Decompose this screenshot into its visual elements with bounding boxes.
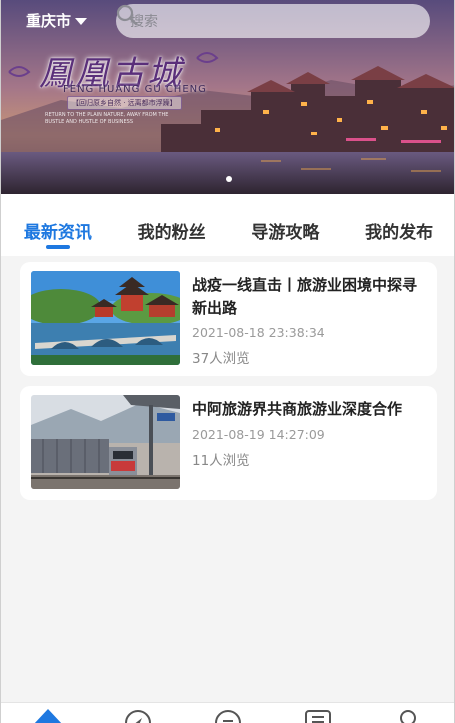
- compass-icon[interactable]: [124, 709, 152, 723]
- carousel-indicator: [1, 176, 454, 182]
- chevron-down-icon: [75, 18, 88, 25]
- article-title: 中阿旅游界共商旅游业深度合作: [192, 400, 403, 418]
- tab-label: 最新资讯: [23, 223, 92, 243]
- city-label: 重庆市: [26, 12, 72, 30]
- tab-label: 我的粉丝: [137, 223, 206, 243]
- search-icon: [116, 4, 138, 26]
- tab-label: 导游攻略: [251, 223, 320, 243]
- chinese-pavilion-bridge-photo: [31, 271, 180, 365]
- article-views: 11人浏览: [192, 453, 250, 469]
- article-views: 37人浏览: [192, 351, 250, 367]
- train-station-photo: [31, 395, 180, 489]
- article-title: 战疫一线直击丨旅游业困境中探寻新出路: [192, 276, 418, 317]
- banner-carousel[interactable]: 重庆市 搜索 鳳凰古城 FENG HUANG GU CHENG 【回归原乡自然 …: [1, 0, 454, 194]
- banner-small-text: RETURN TO THE PLAIN NATURE, AWAY FROM TH…: [45, 112, 169, 125]
- list-item[interactable]: 中阿旅游界共商旅游业深度合作 2021-08-19 14:27:09 11人浏览: [20, 386, 437, 500]
- user-icon[interactable]: [397, 709, 419, 723]
- list-icon[interactable]: [304, 709, 332, 723]
- search-bar[interactable]: 搜索: [116, 4, 430, 38]
- bottom-nav: [1, 702, 454, 723]
- active-tab-indicator: [45, 245, 70, 249]
- carousel-dot-1[interactable]: [225, 176, 232, 182]
- article-body: 战疫一线直击丨旅游业困境中探寻新出路 2021-08-18 23:38:34 3…: [192, 271, 427, 367]
- article-thumbnail: [31, 395, 180, 489]
- banner-slogan: 【回归原乡自然 · 远离都市浮躁】: [67, 96, 182, 110]
- article-body: 中阿旅游界共商旅游业深度合作 2021-08-19 14:27:09 11人浏览: [192, 395, 427, 491]
- article-list: 战疫一线直击丨旅游业困境中探寻新出路 2021-08-18 23:38:34 3…: [20, 262, 437, 510]
- app-screen: 重庆市 搜索 鳳凰古城 FENG HUANG GU CHENG 【回归原乡自然 …: [0, 0, 455, 723]
- tab-label: 我的发布: [365, 223, 434, 243]
- tab-my-posts[interactable]: 我的发布: [342, 194, 454, 256]
- article-date: 2021-08-18 23:38:34: [192, 325, 325, 340]
- banner-pinyin: FENG HUANG GU CHENG: [63, 84, 207, 95]
- message-icon[interactable]: [214, 709, 242, 723]
- tab-guide-tips[interactable]: 导游攻略: [229, 194, 343, 256]
- home-icon[interactable]: [33, 709, 63, 723]
- article-thumbnail: [31, 271, 180, 365]
- tab-my-fans[interactable]: 我的粉丝: [115, 194, 229, 256]
- category-tabs: 最新资讯 我的粉丝 导游攻略 我的发布: [1, 194, 454, 256]
- article-date: 2021-08-19 14:27:09: [192, 427, 325, 442]
- city-selector[interactable]: 重庆市: [26, 10, 88, 31]
- tab-latest-news[interactable]: 最新资讯: [1, 194, 115, 256]
- list-item[interactable]: 战疫一线直击丨旅游业困境中探寻新出路 2021-08-18 23:38:34 3…: [20, 262, 437, 376]
